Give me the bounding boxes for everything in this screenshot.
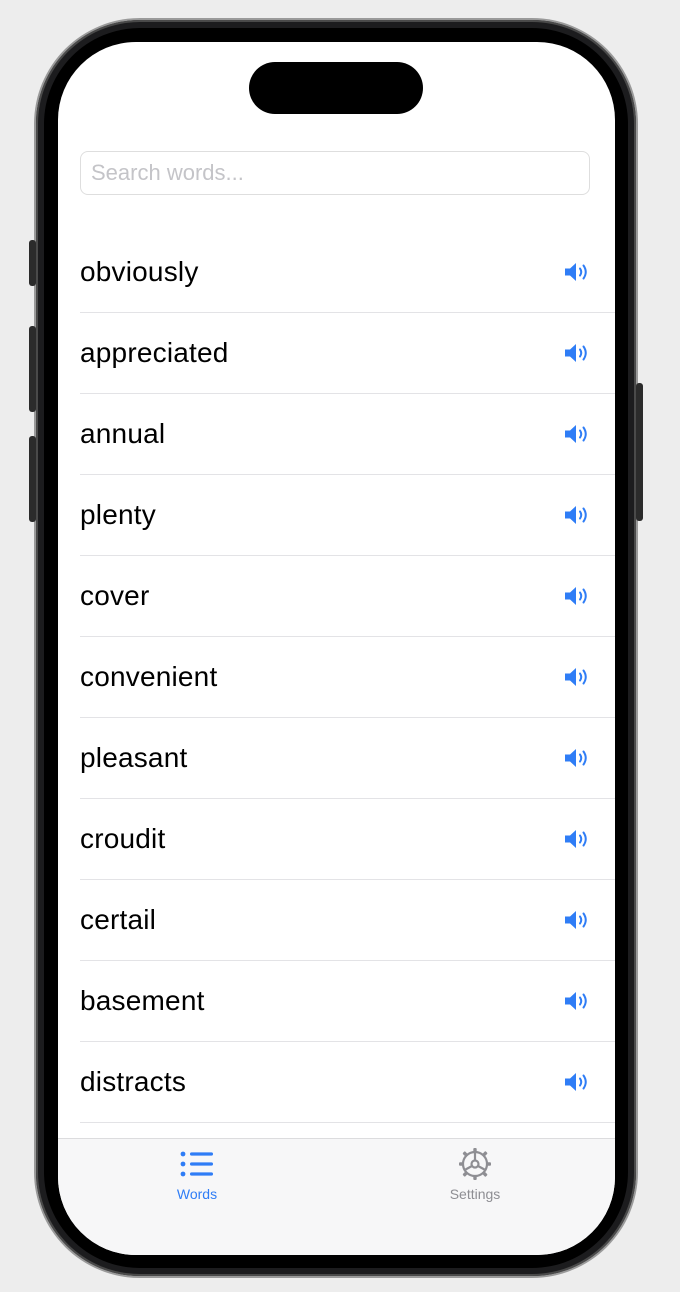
word-row[interactable]: basement (80, 961, 615, 1042)
word-row[interactable]: annual (80, 394, 615, 475)
search-input[interactable] (80, 151, 590, 195)
word-row[interactable]: plenty (80, 475, 615, 556)
speaker-icon[interactable] (563, 989, 591, 1013)
power-button (636, 383, 643, 521)
tab-bar: Words Settings (58, 1138, 615, 1255)
speaker-icon[interactable] (563, 503, 591, 527)
word-label: plenty (80, 499, 156, 530)
tab-words-label: Words (176, 1186, 218, 1202)
word-label: cover (80, 580, 150, 611)
word-label: certail (80, 904, 157, 935)
list-icon (180, 1151, 213, 1177)
word-row[interactable]: obviously (80, 232, 615, 313)
tab-settings[interactable]: Settings (415, 1148, 535, 1202)
speaker-icon[interactable] (563, 1070, 591, 1094)
word-row[interactable]: cover (80, 556, 615, 637)
speaker-icon[interactable] (563, 908, 591, 932)
word-label: obviously (80, 256, 199, 287)
speaker-icon[interactable] (563, 341, 591, 365)
word-label: basement (80, 985, 205, 1016)
word-row[interactable]: croudit (80, 799, 615, 880)
tab-settings-label: Settings (449, 1186, 501, 1202)
volume-up-button (29, 326, 36, 412)
speaker-icon[interactable] (563, 422, 591, 446)
word-label: pleasant (80, 742, 188, 773)
dynamic-island (249, 62, 423, 114)
word-label: appreciated (80, 337, 229, 368)
word-row[interactable]: convenient (80, 637, 615, 718)
word-row[interactable]: appreciated (80, 313, 615, 394)
word-row[interactable]: pleasant (80, 718, 615, 799)
speaker-icon[interactable] (563, 746, 591, 770)
speaker-icon[interactable] (563, 665, 591, 689)
speaker-icon[interactable] (563, 584, 591, 608)
word-label: annual (80, 418, 166, 449)
app-screen: obviously appreciated annual plenty cover con… (58, 42, 615, 1255)
word-list: obviously appreciated annual plenty cover con… (80, 232, 615, 1123)
tab-words[interactable]: Words (137, 1149, 257, 1202)
speaker-icon[interactable] (563, 827, 591, 851)
word-row[interactable]: distracts (80, 1042, 615, 1123)
word-label: distracts (80, 1066, 187, 1097)
word-row[interactable]: certail (80, 880, 615, 961)
volume-down-button (29, 436, 36, 522)
gear-icon (459, 1148, 491, 1180)
word-label: convenient (80, 661, 218, 692)
action-button (29, 240, 36, 286)
word-label: croudit (80, 823, 166, 854)
speaker-icon[interactable] (563, 260, 591, 284)
